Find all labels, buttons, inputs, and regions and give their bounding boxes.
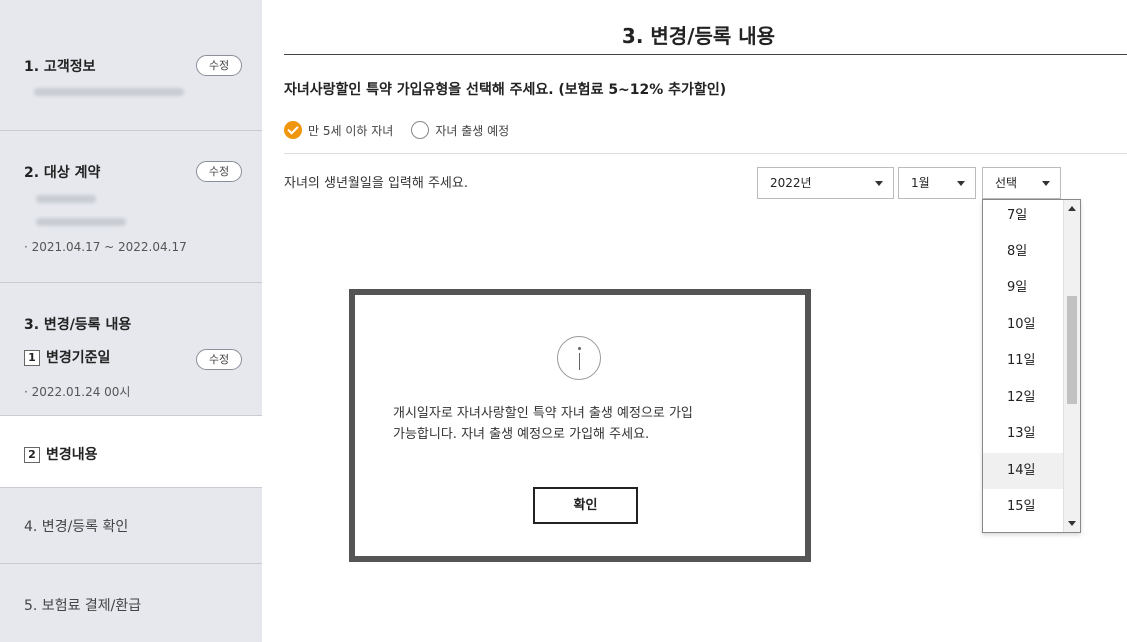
month-select[interactable]: 1월 <box>898 167 976 199</box>
radio-expected-birth-label[interactable]: 자녀 출생 예정 <box>435 122 509 139</box>
step-confirm: 4. 변경/등록 확인 <box>0 488 262 564</box>
base-date-value: · 2022.01.24 00시 <box>24 385 131 399</box>
radio-under-5-label[interactable]: 만 5세 이하 자녀 <box>308 122 393 139</box>
day-option[interactable]: 7일 <box>983 200 1064 234</box>
section-divider <box>284 153 1127 154</box>
sub-item-label: 변경기준일 <box>46 350 111 366</box>
alert-message-line: 개시일자로 자녀사랑할인 특약 자녀 출생 예정으로 가입 <box>393 406 693 421</box>
step-title: 4. 변경/등록 확인 <box>24 519 129 535</box>
alert-message-line: 가능합니다. 자녀 출생 예정으로 가입해 주세요. <box>393 427 650 442</box>
scroll-thumb[interactable] <box>1067 296 1077 404</box>
chevron-down-icon <box>875 181 883 186</box>
day-option[interactable]: 15일 <box>983 489 1064 525</box>
edit-button[interactable]: 수정 <box>196 55 242 76</box>
step-payment: 5. 보험료 결제/환급 <box>0 564 262 642</box>
day-option[interactable]: 11일 <box>983 343 1064 379</box>
chevron-down-icon <box>1042 181 1050 186</box>
edit-button[interactable]: 수정 <box>196 349 242 370</box>
confirm-button[interactable]: 확인 <box>533 487 638 524</box>
masked-customer-name <box>34 88 184 96</box>
sub-item-label: 변경내용 <box>46 447 98 463</box>
step-customer-info: 1. 고객정보 수정 <box>0 0 262 131</box>
day-option[interactable]: 9일 <box>983 270 1064 306</box>
discount-question: 자녀사랑할인 특약 가입유형을 선택해 주세요. (보험료 5~12% 추가할인… <box>284 82 727 98</box>
scroll-up-arrow-icon[interactable] <box>1068 206 1076 211</box>
year-select[interactable]: 2022년 <box>757 167 894 199</box>
alert-message: 개시일자로 자녀사랑할인 특약 자녀 출생 예정으로 가입 가능합니다. 자녀 … <box>393 403 793 445</box>
info-icon-stem <box>579 353 580 370</box>
chevron-down-icon <box>957 181 965 186</box>
birthdate-label: 자녀의 생년월일을 입력해 주세요. <box>284 176 468 191</box>
month-select-value: 1월 <box>911 176 930 190</box>
day-option[interactable]: 12일 <box>983 380 1064 416</box>
day-select[interactable]: 선택 <box>982 167 1061 199</box>
step-title: 3. 변경/등록 내용 <box>24 317 132 333</box>
title-divider <box>284 54 1127 55</box>
contract-period: · 2021.04.17 ~ 2022.04.17 <box>24 240 187 254</box>
step-title: 1. 고객정보 <box>24 59 96 75</box>
edit-button[interactable]: 수정 <box>196 161 242 182</box>
step-title: 2. 대상 계약 <box>24 165 101 181</box>
day-option[interactable]: 8일 <box>983 234 1064 270</box>
step-target-contract: 2. 대상 계약 수정 · 2021.04.17 ~ 2022.04.17 <box>0 131 262 283</box>
masked-contract-number <box>36 218 126 226</box>
day-dropdown-list[interactable]: 7일 8일 9일 10일 11일 12일 13일 14일 15일 <box>982 199 1081 533</box>
alert-dialog-body: 개시일자로 자녀사랑할인 특약 자녀 출생 예정으로 가입 가능합니다. 자녀 … <box>355 295 805 556</box>
sidebar: 1. 고객정보 수정 2. 대상 계약 수정 · 2021.04.17 ~ 20… <box>0 0 262 642</box>
dropdown-scrollbar[interactable] <box>1063 200 1080 532</box>
enrollment-type-radio-group: 만 5세 이하 자녀 자녀 출생 예정 <box>284 121 527 139</box>
sub-item-number: 1 <box>24 350 40 366</box>
page-title: 3. 변경/등록 내용 <box>621 24 776 48</box>
radio-under-5-checked-icon[interactable] <box>284 121 302 139</box>
info-icon-dot <box>578 347 581 350</box>
year-select-value: 2022년 <box>770 176 812 190</box>
sub-item-change-detail[interactable]: 2 변경내용 <box>0 415 262 488</box>
day-option-highlighted[interactable]: 14일 <box>983 453 1064 489</box>
sub-item-change-detail-label: 2 변경내용 <box>24 444 98 464</box>
day-select-value: 선택 <box>995 176 1018 190</box>
step-change-content: 3. 변경/등록 내용 1 변경기준일 수정 · 2022.01.24 00시 <box>0 283 262 415</box>
alert-dialog: 개시일자로 자녀사랑할인 특약 자녀 출생 예정으로 가입 가능합니다. 자녀 … <box>349 289 811 562</box>
step-title: 5. 보험료 결제/환급 <box>24 598 142 614</box>
radio-expected-birth-icon[interactable] <box>411 121 430 139</box>
day-option[interactable]: 10일 <box>983 307 1064 343</box>
sub-item-number: 2 <box>24 447 40 463</box>
sub-item-base-date: 1 변경기준일 <box>24 347 110 367</box>
scroll-down-arrow-icon[interactable] <box>1068 521 1076 526</box>
info-icon <box>557 336 601 380</box>
day-option[interactable]: 13일 <box>983 416 1064 452</box>
masked-contract-name <box>36 195 96 203</box>
